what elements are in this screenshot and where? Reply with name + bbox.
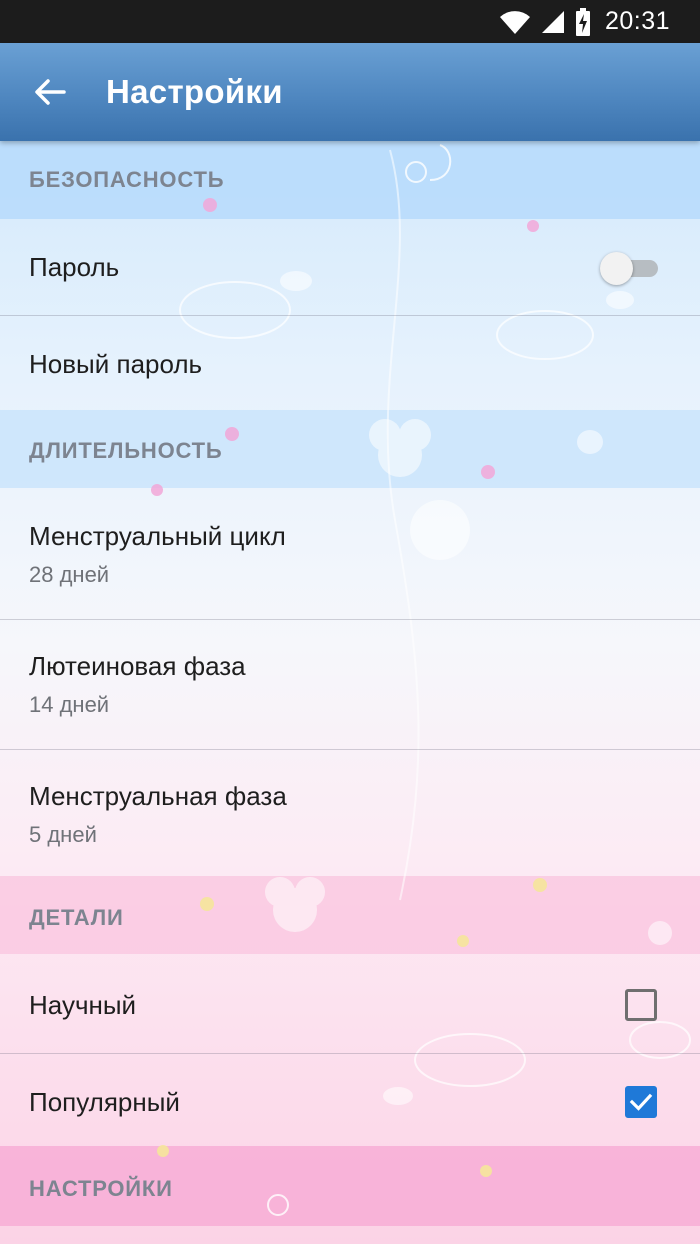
wifi-icon	[499, 10, 530, 34]
status-time: 20:31	[604, 7, 670, 35]
section-header-duration: ДЛИТЕЛЬНОСТЬ	[29, 438, 223, 463]
settings-screen: 20:31 Настройки БЕЗОПАСНОСТЬ Пароль Новы…	[0, 0, 700, 1244]
setting-menstrual-phase-label: Менструальная фаза	[29, 781, 287, 811]
setting-luteal-phase-value: 14 дней	[29, 692, 110, 717]
scientific-checkbox[interactable]	[625, 989, 657, 1021]
section-header-settings: НАСТРОЙКИ	[29, 1176, 173, 1201]
battery-charging-icon	[575, 7, 590, 36]
arrow-left-icon	[35, 79, 66, 105]
setting-password-label: Пароль	[29, 251, 120, 282]
setting-menstrual-phase-value: 5 дней	[29, 822, 97, 847]
setting-new-password-label: Новый пароль	[29, 348, 203, 379]
section-header-security: БЕЗОПАСНОСТЬ	[29, 167, 225, 192]
password-toggle[interactable]	[600, 247, 662, 287]
status-bar: 20:31	[0, 0, 700, 43]
section-header-details: ДЕТАЛИ	[29, 905, 124, 930]
app-bar: Настройки	[0, 43, 700, 141]
setting-luteal-phase-label: Лютеиновая фаза	[29, 651, 246, 681]
setting-menstrual-cycle-label: Менструальный цикл	[29, 521, 286, 551]
setting-popular-label: Популярный	[29, 1086, 180, 1117]
popular-checkbox[interactable]	[625, 1086, 657, 1118]
setting-password[interactable]: Пароль	[0, 219, 700, 315]
cellular-signal-icon	[541, 10, 564, 33]
back-button[interactable]	[0, 43, 100, 141]
setting-scientific[interactable]: Научный	[0, 957, 700, 1053]
checkmark-icon	[629, 1093, 653, 1111]
setting-luteal-phase[interactable]: Лютеиновая фаза 14 дней	[0, 620, 700, 749]
setting-new-password[interactable]: Новый пароль	[0, 316, 700, 412]
setting-scientific-label: Научный	[29, 989, 137, 1020]
toggle-thumb	[600, 252, 633, 285]
setting-menstrual-cycle[interactable]: Менструальный цикл 28 дней	[0, 490, 700, 619]
setting-popular[interactable]: Популярный	[0, 1054, 700, 1150]
setting-menstrual-phase[interactable]: Менструальная фаза 5 дней	[0, 750, 700, 879]
setting-menstrual-cycle-value: 28 дней	[29, 562, 110, 587]
page-title: Настройки	[106, 73, 283, 110]
settings-list: БЕЗОПАСНОСТЬ Пароль Новый пароль ДЛИТЕЛЬ…	[0, 141, 700, 1228]
